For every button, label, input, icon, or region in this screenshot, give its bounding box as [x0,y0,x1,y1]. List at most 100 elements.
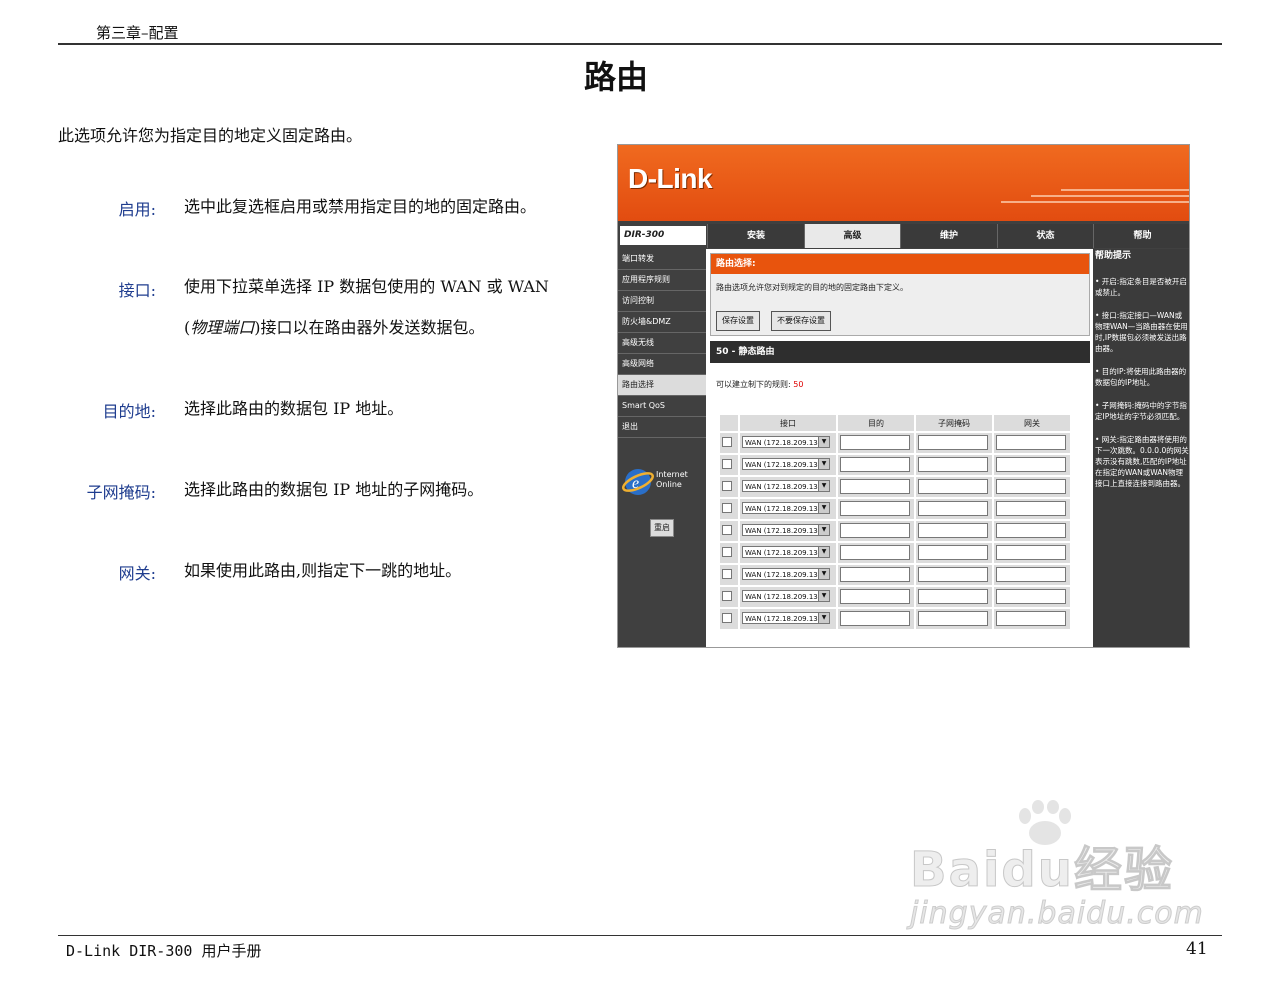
subnet-mask-input[interactable] [918,478,988,494]
nav-smart-qos[interactable]: Smart QoS [618,396,706,417]
gateway-input[interactable] [996,588,1066,604]
interface-select[interactable]: WAN (172.18.209.13) ▼ [742,502,830,514]
table-row: WAN (172.18.209.13) ▼ [720,499,1070,519]
nav-routing[interactable]: 路由选择 [618,375,706,396]
row-interface-cell: WAN (172.18.209.13) ▼ [740,521,836,541]
row-subnet-cell [916,609,992,629]
destination-input[interactable] [840,500,910,516]
dropdown-arrow-icon: ▼ [818,569,829,579]
routing-section-title: 路由选择: [711,254,1089,274]
tab-maintenance[interactable]: 维护 [900,224,997,248]
dont-save-button[interactable]: 不要保存设置 [771,311,831,331]
enable-checkbox[interactable] [722,437,732,447]
dropdown-arrow-icon: ▼ [818,481,829,491]
destination-input[interactable] [840,544,910,560]
row-enable-cell [720,609,738,629]
gateway-input[interactable] [996,610,1066,626]
enable-checkbox[interactable] [722,613,732,623]
interface-select[interactable]: WAN (172.18.209.13) ▼ [742,568,830,580]
nav-advanced-network[interactable]: 高级网络 [618,354,706,375]
interface-select[interactable]: WAN (172.18.209.13) ▼ [742,590,830,602]
enable-checkbox[interactable] [722,525,732,535]
interface-value: WAN (172.18.209.13) [745,571,821,579]
interface-value: WAN (172.18.209.13) [745,527,821,535]
svg-text:e: e [632,475,639,492]
interface-select[interactable]: WAN (172.18.209.13) ▼ [742,480,830,492]
dlink-logo: D-Link [628,163,713,194]
tab-help[interactable]: 帮助 [1093,224,1189,248]
term-destination: 目的地: [102,402,156,421]
destination-input[interactable] [840,478,910,494]
enable-checkbox[interactable] [722,547,732,557]
interface-value: WAN (172.18.209.13) [745,461,821,469]
row-subnet-cell [916,565,992,585]
destination-input[interactable] [840,588,910,604]
gateway-input[interactable] [996,522,1066,538]
interface-select[interactable]: WAN (172.18.209.13) ▼ [742,436,830,448]
enable-checkbox[interactable] [722,503,732,513]
nav-advanced-wireless[interactable]: 高级无线 [618,333,706,354]
gateway-input[interactable] [996,456,1066,472]
reboot-button[interactable]: 重启 [650,519,674,537]
subnet-mask-input[interactable] [918,500,988,516]
destination-input[interactable] [840,522,910,538]
interface-select[interactable]: WAN (172.18.209.13) ▼ [742,612,830,624]
row-gateway-cell [994,543,1070,563]
gateway-input[interactable] [996,500,1066,516]
help-panel: 帮助提示 • 开启:指定条目是否被开启或禁止。 • 接口:指定接口—WAN或物理… [1093,249,1189,647]
destination-input[interactable] [840,566,910,582]
subnet-mask-input[interactable] [918,522,988,538]
interface-select[interactable]: WAN (172.18.209.13) ▼ [742,458,830,470]
row-enable-cell [720,455,738,475]
gateway-input[interactable] [996,566,1066,582]
subnet-mask-input[interactable] [918,456,988,472]
interface-select[interactable]: WAN (172.18.209.13) ▼ [742,546,830,558]
term-subnet-mask: 子网掩码: [86,483,156,502]
subnet-mask-input[interactable] [918,610,988,626]
subnet-mask-input[interactable] [918,544,988,560]
tab-status[interactable]: 状态 [997,224,1093,248]
destination-input[interactable] [840,456,910,472]
gateway-input[interactable] [996,434,1066,450]
interface-value: WAN (172.18.209.13) [745,483,821,491]
intro-text: 此选项允许您为指定目的地定义固定路由。 [58,126,363,145]
left-nav: 端口转发 应用程序规则 访问控制 防火墙&DMZ 高级无线 高级网络 路由选择 … [618,249,706,647]
enable-checkbox[interactable] [722,459,732,469]
tab-advanced[interactable]: 高级 [804,224,900,248]
interface-select[interactable]: WAN (172.18.209.13) ▼ [742,524,830,536]
page-title: 路由 [583,58,648,96]
dropdown-arrow-icon: ▼ [818,525,829,535]
destination-input[interactable] [840,434,910,450]
desc-enable: 选中此复选框启用或禁用指定目的地的固定路由。 [184,197,537,216]
destination-input[interactable] [840,610,910,626]
save-settings-button[interactable]: 保存设置 [716,311,760,331]
help-title: 帮助提示 [1095,251,1132,261]
router-screenshot: D-Link DIR-300 安装 高级 维护 状态 帮助 端口转发 应用程序规… [617,144,1190,648]
table-row: WAN (172.18.209.13) ▼ [720,543,1070,563]
gateway-input[interactable] [996,544,1066,560]
static-route-table: 接口 目的 子网掩码 网关 WAN (172.18.209.13) ▼ WAN (1… [718,413,1072,631]
enable-checkbox[interactable] [722,591,732,601]
interface-value: WAN (172.18.209.13) [745,439,821,447]
subnet-mask-input[interactable] [918,588,988,604]
nav-firewall-dmz[interactable]: 防火墙&DMZ [618,312,706,333]
desc-destination: 选择此路由的数据包 IP 地址。 [184,399,404,418]
row-interface-cell: WAN (172.18.209.13) ▼ [740,477,836,497]
nav-logout[interactable]: 退出 [618,417,706,438]
subnet-mask-input[interactable] [918,434,988,450]
header-destination: 目的 [838,415,914,431]
term-interface: 接口: [118,281,156,300]
enable-checkbox[interactable] [722,481,732,491]
gateway-input[interactable] [996,478,1066,494]
nav-access-control[interactable]: 访问控制 [618,291,706,312]
row-interface-cell: WAN (172.18.209.13) ▼ [740,455,836,475]
nav-port-forwarding[interactable]: 端口转发 [618,249,706,270]
enable-checkbox[interactable] [722,569,732,579]
desc-interface-line1: 使用下拉菜单选择 IP 数据包使用的 WAN 或 WAN [184,277,549,296]
row-destination-cell [838,499,914,519]
limit-label: 可以建立制下的规则: [716,380,791,389]
tab-setup[interactable]: 安装 [707,224,804,248]
subnet-mask-input[interactable] [918,566,988,582]
nav-application-rules[interactable]: 应用程序规则 [618,270,706,291]
footer-manual-title: D-Link DIR-300 用户手册 [66,942,262,960]
